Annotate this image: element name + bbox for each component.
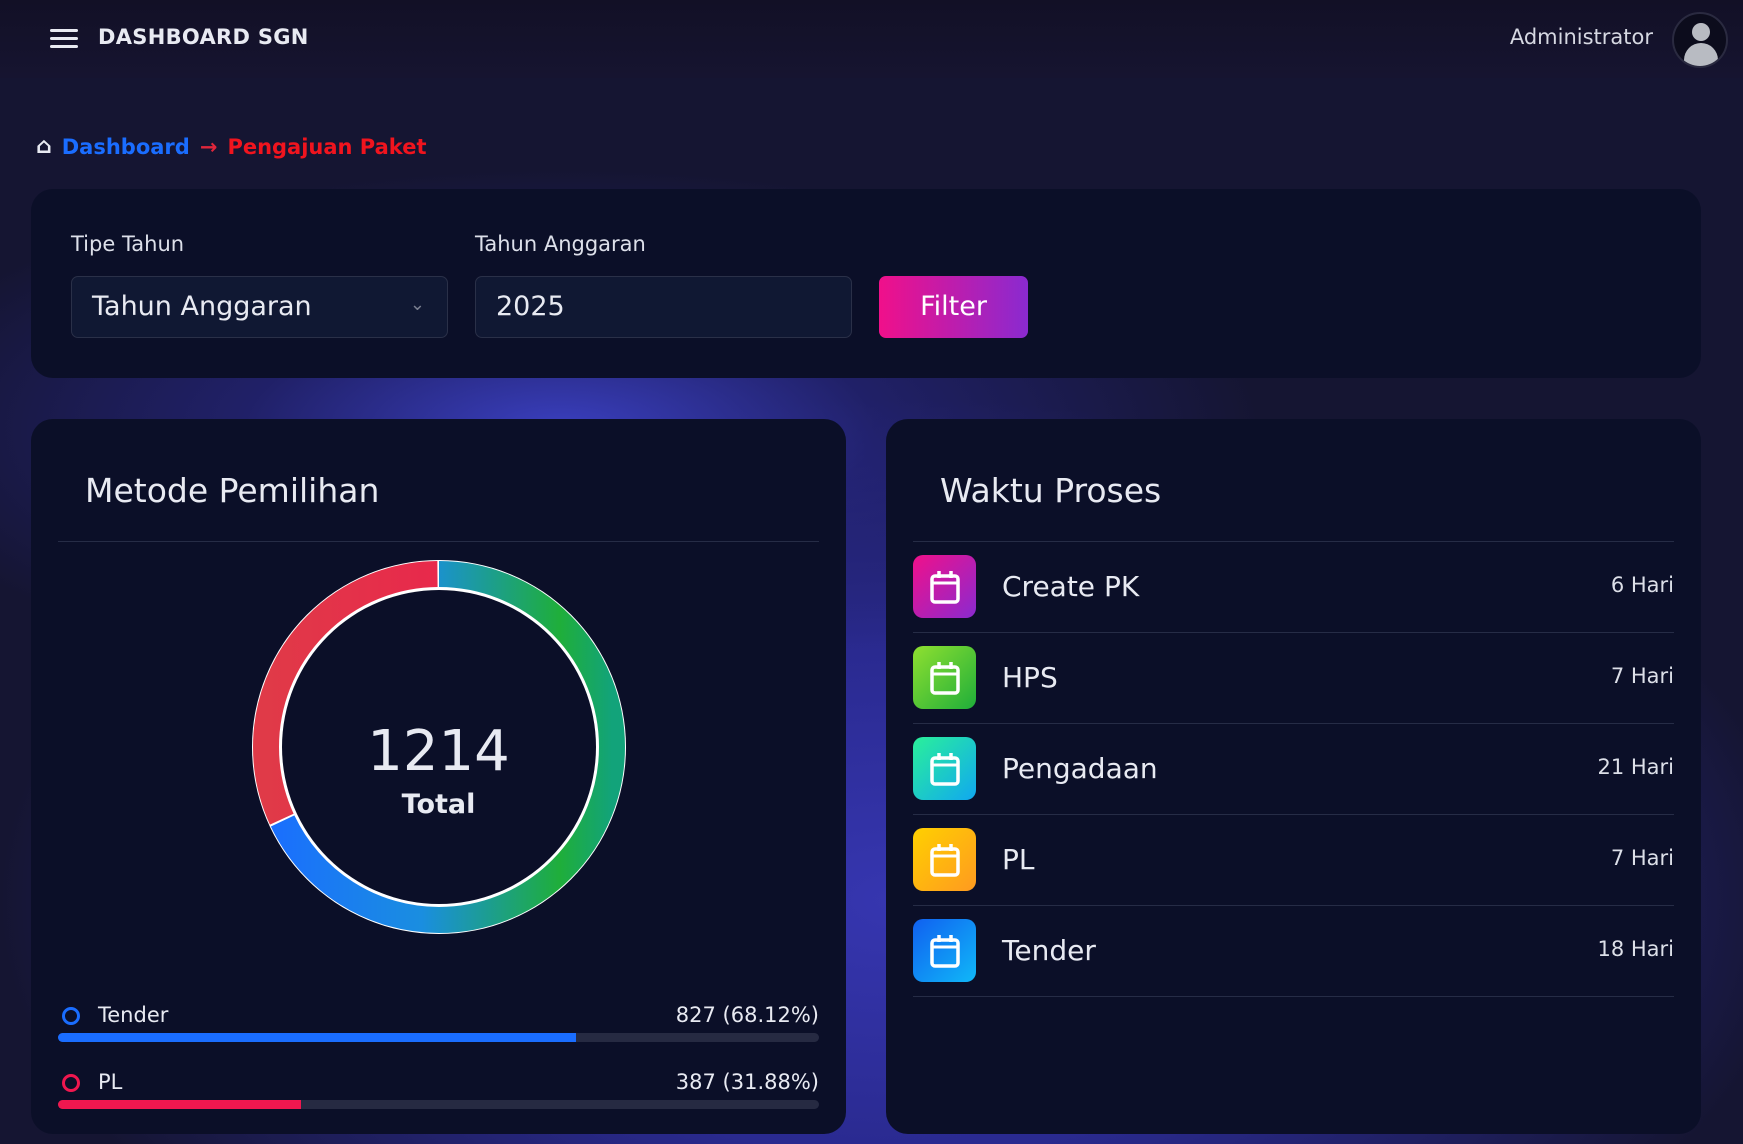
filter-button[interactable]: Filter <box>879 276 1028 338</box>
avatar[interactable] <box>1672 12 1728 68</box>
legend-label: PL <box>98 1070 123 1094</box>
legend-value: 387 (31.88%) <box>675 1070 819 1094</box>
tahun-anggaran-label: Tahun Anggaran <box>475 232 646 256</box>
filter-card: Tipe Tahun Tahun Anggaran ⌄ Tahun Anggar… <box>31 189 1701 378</box>
donut-total-label: Total <box>401 789 476 820</box>
process-row: Pengadaan 21 Hari <box>913 724 1674 815</box>
waktu-proses-card: Waktu Proses Create PK 6 Hari HPS 7 Hari… <box>886 419 1701 1134</box>
process-name: PL <box>1002 843 1035 876</box>
process-name: HPS <box>1002 661 1058 694</box>
process-name: Tender <box>1002 934 1096 967</box>
process-duration: 7 Hari <box>1610 846 1674 870</box>
breadcrumb: ⌂ Dashboard → Pengajuan Paket <box>36 134 427 159</box>
user-name[interactable]: Administrator <box>1510 25 1653 49</box>
tahun-anggaran-input[interactable]: 2025 <box>475 276 852 338</box>
app-title: DASHBOARD SGN <box>98 25 309 49</box>
tipe-tahun-label: Tipe Tahun <box>71 232 185 256</box>
process-duration: 18 Hari <box>1597 937 1674 961</box>
process-row: HPS 7 Hari <box>913 633 1674 724</box>
progress-bar <box>58 1100 819 1109</box>
card-title: Waktu Proses <box>940 471 1162 510</box>
process-duration: 6 Hari <box>1610 573 1674 597</box>
breadcrumb-current: Pengajuan Paket <box>227 134 427 159</box>
calendar-icon <box>913 646 976 709</box>
card-title: Metode Pemilihan <box>85 471 380 510</box>
process-row: Create PK 6 Hari <box>913 542 1674 633</box>
calendar-icon <box>913 828 976 891</box>
divider <box>58 541 819 542</box>
metode-pemilihan-card: Metode Pemilihan 1214 Total Tender 827 (… <box>31 419 846 1134</box>
top-navbar: DASHBOARD SGN Administrator <box>0 0 1743 78</box>
donut-total: 1214 <box>367 719 510 784</box>
process-name: Create PK <box>1002 570 1140 603</box>
tipe-tahun-value: Tahun Anggaran <box>92 291 312 322</box>
process-row: Tender 18 Hari <box>913 906 1674 997</box>
progress-bar <box>58 1033 819 1042</box>
chevron-down-icon: ⌄ <box>409 294 425 315</box>
process-duration: 7 Hari <box>1610 664 1674 688</box>
home-icon: ⌂ <box>36 134 52 159</box>
hamburger-menu-icon[interactable] <box>50 29 78 49</box>
process-name: Pengadaan <box>1002 752 1158 785</box>
progress-fill <box>58 1100 301 1109</box>
legend-label: Tender <box>98 1003 169 1027</box>
arrow-right-icon: → <box>199 134 218 159</box>
circle-icon <box>62 1007 80 1025</box>
process-duration: 21 Hari <box>1597 755 1674 779</box>
progress-fill <box>58 1033 577 1042</box>
tipe-tahun-select[interactable]: Tahun Anggaran ⌄ <box>71 276 448 338</box>
process-row: PL 7 Hari <box>913 815 1674 906</box>
breadcrumb-dashboard-link[interactable]: Dashboard <box>62 135 190 159</box>
circle-icon <box>62 1074 80 1092</box>
legend-value: 827 (68.12%) <box>675 1003 819 1027</box>
calendar-icon <box>913 555 976 618</box>
calendar-icon <box>913 737 976 800</box>
calendar-icon <box>913 919 976 982</box>
